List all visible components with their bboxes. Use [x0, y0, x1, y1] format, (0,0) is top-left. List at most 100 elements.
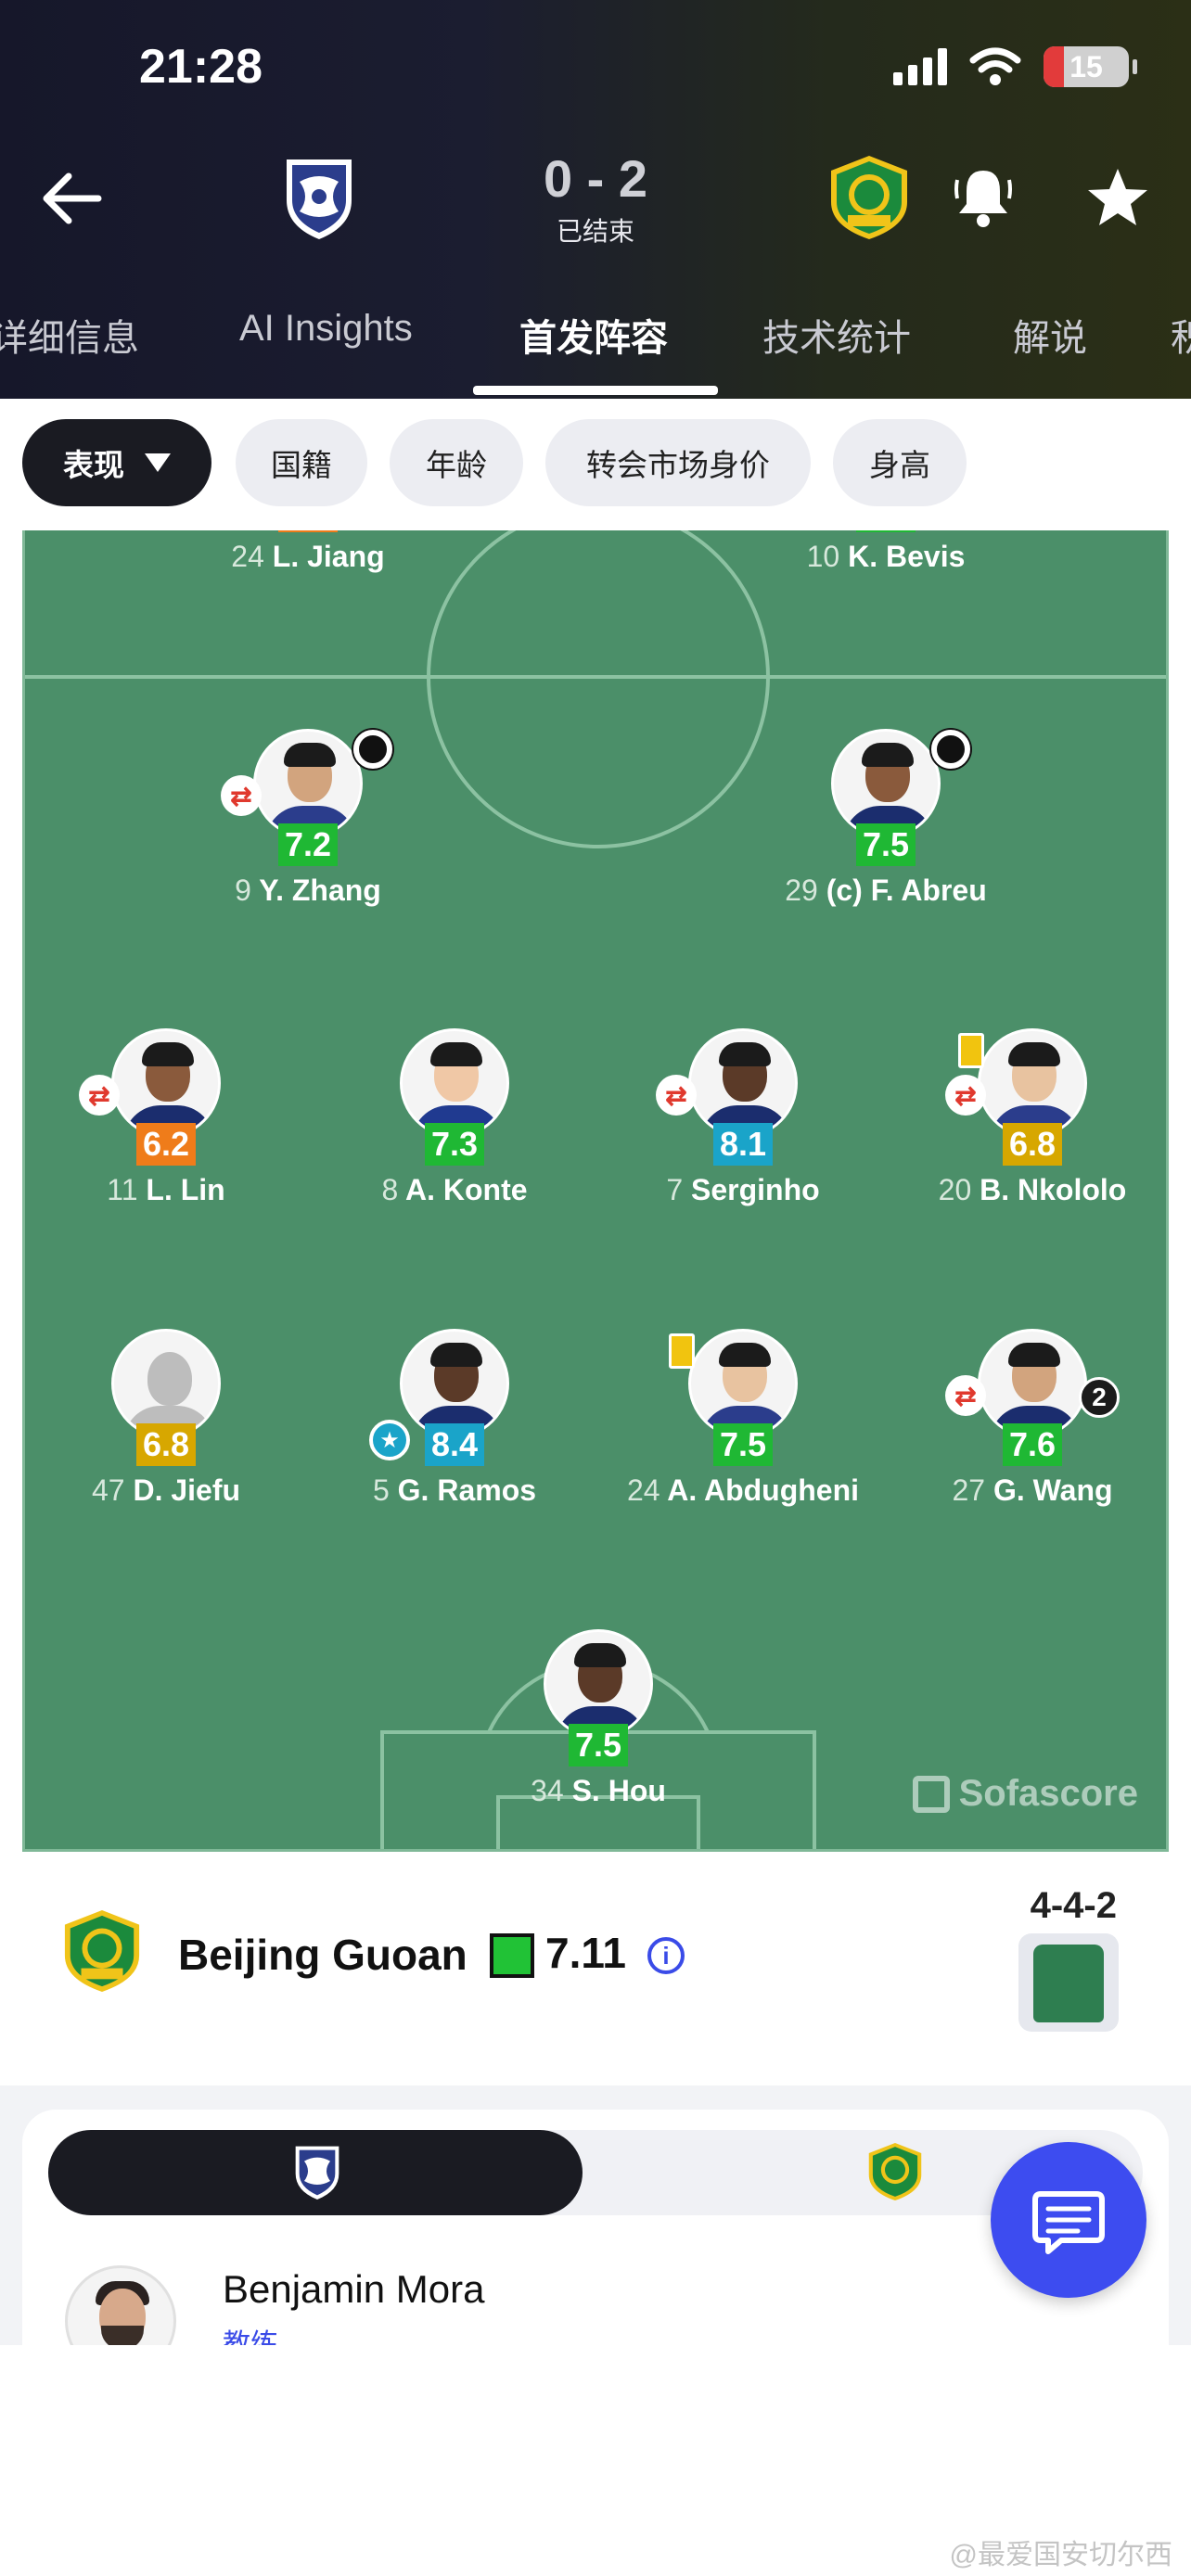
tab-statistics[interactable]: 技术统计 — [762, 308, 911, 362]
player-avatar — [111, 1329, 221, 1438]
info-icon[interactable]: i — [647, 1937, 685, 1974]
tab-lineups[interactable]: 首发阵容 — [519, 308, 668, 362]
substitution-icon — [945, 1375, 986, 1416]
tab-ai-insights[interactable]: AI Insights — [239, 308, 413, 350]
back-arrow-icon[interactable] — [37, 163, 108, 234]
player-rating: 6.8 — [1003, 1123, 1062, 1166]
player-name: Y. Zhang — [259, 874, 381, 907]
watermark-text: Sofascore — [958, 1773, 1138, 1814]
yellow-card-icon — [661, 1331, 702, 1371]
chevron-down-icon — [145, 453, 171, 472]
tab-commentary[interactable]: 解说 — [1013, 308, 1087, 362]
player-label: 27 G. Wang — [893, 1473, 1166, 1508]
favorite-star-icon[interactable] — [1085, 165, 1150, 230]
chat-fab-button[interactable] — [991, 2142, 1146, 2298]
player-token[interactable]: 7.6 27 G. Wang 2 — [893, 1329, 1166, 1508]
player-token[interactable]: 7.2 10 K. Bevis — [747, 530, 1025, 574]
assist-count-icon: 2 — [1079, 1377, 1120, 1418]
player-rating: 7.3 — [425, 1123, 484, 1166]
team-shirt-icon — [1018, 1933, 1119, 2032]
player-token[interactable]: 6.2 11 L. Lin — [27, 1028, 305, 1207]
tab-details[interactable]: 详细信息 — [0, 308, 139, 362]
player-label: 11 L. Lin — [27, 1173, 305, 1207]
team-name: Beijing Guoan — [178, 1931, 467, 1979]
signal-icon — [893, 48, 947, 85]
player-name: L. Jiang — [272, 540, 385, 573]
player-avatar — [978, 1329, 1087, 1438]
substitution-icon — [79, 1075, 120, 1116]
active-tab-indicator — [473, 386, 718, 395]
player-number: 24 — [626, 1473, 660, 1507]
player-name: G. Ramos — [397, 1473, 537, 1507]
filter-nationality[interactable]: 国籍 — [236, 419, 367, 506]
player-name: S. Hou — [571, 1774, 666, 1807]
match-status: 已结束 — [556, 217, 634, 246]
player-label: 24 L. Jiang — [169, 540, 447, 574]
player-avatar — [544, 1629, 653, 1739]
guoan-crest-icon — [64, 1910, 140, 1992]
team-formation: 4-4-2 — [1030, 1885, 1117, 1926]
filter-performance[interactable]: 表现 — [22, 419, 211, 506]
player-token[interactable]: 7.5 24 A. Abdugheni — [604, 1329, 882, 1508]
match-score: 0 - 2 — [543, 149, 648, 208]
player-label: 9 Y. Zhang — [169, 874, 447, 908]
player-number: 8 — [381, 1173, 399, 1206]
player-name: (c) F. Abreu — [826, 874, 987, 907]
status-time: 21:28 — [139, 40, 263, 94]
wifi-icon — [969, 47, 1021, 85]
player-name: B. Nkololo — [980, 1173, 1127, 1206]
player-label: 47 D. Jiefu — [27, 1473, 305, 1508]
player-token[interactable]: 7.2 9 Y. Zhang — [169, 729, 447, 908]
player-name: A. Abdugheni — [667, 1473, 860, 1507]
sofascore-logo-icon — [912, 1775, 950, 1813]
battery-level: 15 — [1069, 49, 1103, 83]
player-token[interactable]: 6.8 47 D. Jiefu — [27, 1329, 305, 1508]
coach-avatar[interactable] — [65, 2265, 176, 2345]
player-token[interactable]: 6.2 24 L. Jiang — [169, 530, 447, 574]
player-avatar — [253, 729, 363, 838]
team-toggle-away[interactable] — [866, 2141, 924, 2202]
substitution-icon — [221, 775, 262, 816]
player-token[interactable]: 6.8 20 B. Nkololo — [893, 1028, 1166, 1207]
coach-name[interactable]: Benjamin Mora — [223, 2267, 484, 2312]
player-token[interactable]: 7.3 8 A. Konte — [315, 1028, 594, 1207]
player-number: 24 — [231, 540, 264, 573]
bell-icon[interactable] — [954, 163, 1013, 230]
player-label: 20 B. Nkololo — [893, 1173, 1166, 1207]
home-team-crest-icon — [295, 2146, 339, 2200]
player-label: 34 S. Hou — [459, 1774, 737, 1808]
player-token[interactable]: 8.1 7 Serginho — [604, 1028, 882, 1207]
rating-color-swatch — [490, 1933, 534, 1978]
tab-standings[interactable]: 积 — [1171, 308, 1191, 362]
player-number: 29 — [785, 874, 818, 907]
match-tabs: 详细信息 AI Insights 首发阵容 技术统计 解说 积 — [0, 297, 1191, 399]
player-avatar — [400, 1028, 509, 1138]
player-token[interactable]: 8.4 5 G. Ramos — [315, 1329, 594, 1508]
coach-role: 教练 — [223, 2329, 278, 2345]
player-label: 5 G. Ramos — [315, 1473, 594, 1508]
player-number: 10 — [806, 540, 840, 573]
player-avatar — [831, 729, 941, 838]
player-number: 9 — [235, 874, 251, 907]
filter-height[interactable]: 身高 — [833, 419, 967, 506]
player-rating: 6.2 — [278, 530, 338, 532]
status-icons: 15 — [893, 46, 1137, 87]
sofascore-watermark: Sofascore — [912, 1773, 1138, 1815]
player-avatar — [688, 1329, 798, 1438]
player-token[interactable]: 7.5 29 (c) F. Abreu — [747, 729, 1025, 908]
star-player-icon — [369, 1420, 410, 1460]
filter-age[interactable]: 年龄 — [390, 419, 523, 506]
player-token[interactable]: 7.5 34 S. Hou — [459, 1629, 737, 1808]
filter-market-value[interactable]: 转会市场身价 — [545, 419, 811, 506]
filter-chips: 表现 国籍 年龄 转会市场身价 身高 — [0, 399, 1191, 530]
player-rating: 8.1 — [713, 1123, 773, 1166]
away-team-crest-icon[interactable] — [827, 154, 911, 241]
player-name: A. Konte — [404, 1173, 528, 1206]
player-number: 34 — [531, 1774, 564, 1807]
player-number: 11 — [107, 1173, 138, 1206]
player-number: 20 — [938, 1173, 972, 1206]
home-team-crest-icon[interactable] — [283, 154, 355, 241]
player-label: 7 Serginho — [604, 1173, 882, 1207]
substitution-icon — [945, 1075, 986, 1116]
yellow-card-icon — [951, 1030, 992, 1071]
